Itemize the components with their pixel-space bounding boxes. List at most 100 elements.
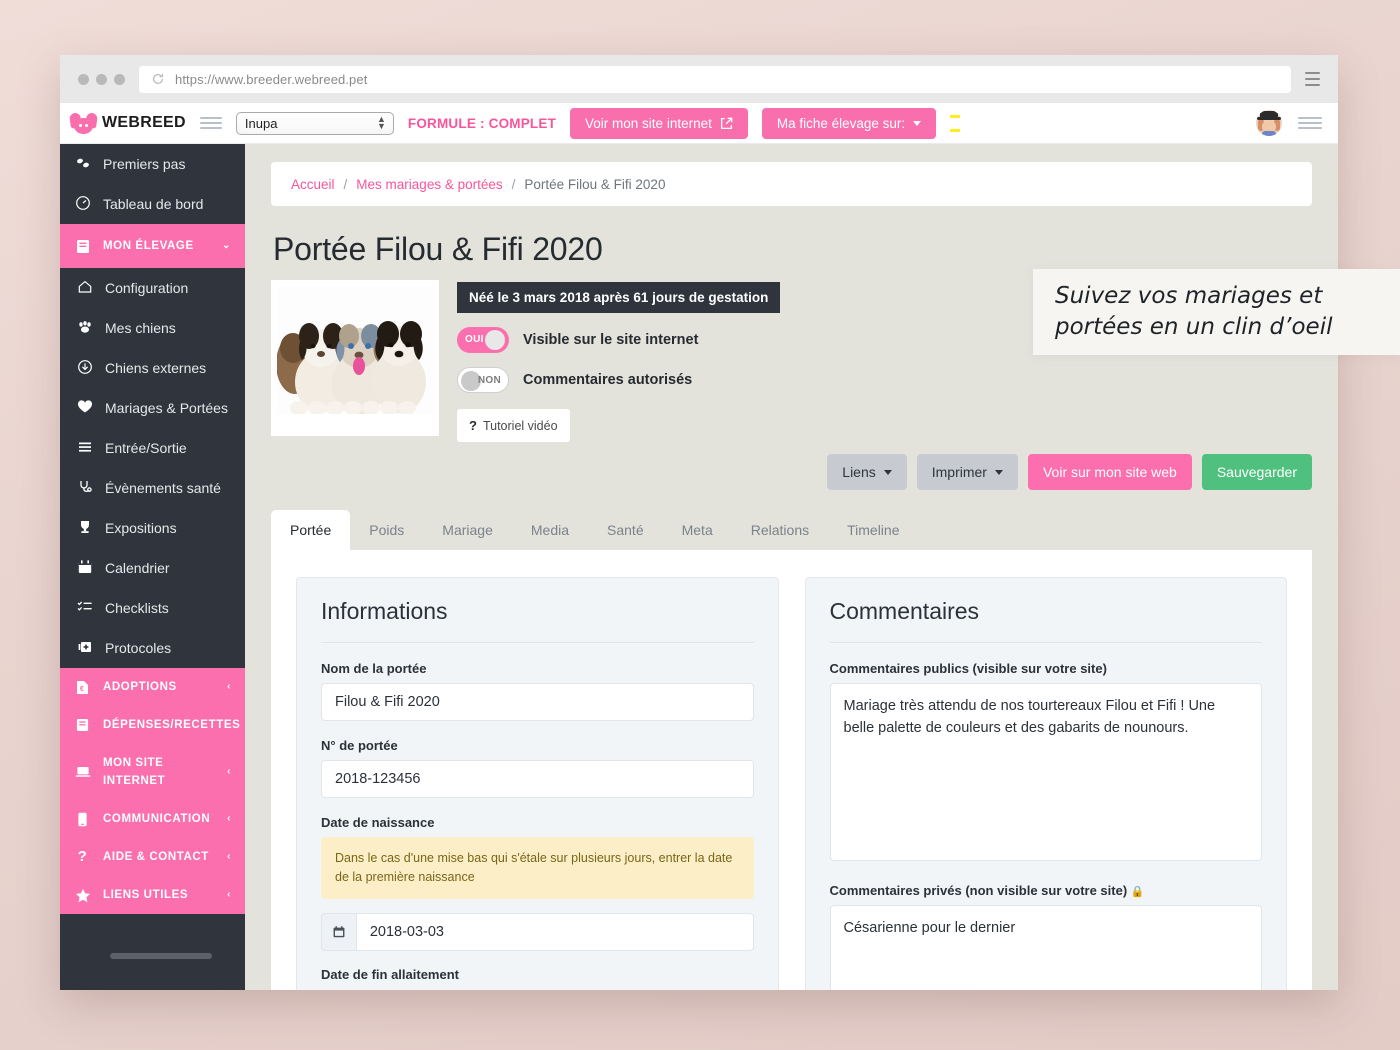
first-aid-kit-icon	[76, 639, 93, 655]
private-comments-text: Commentaires privés (non visible sur vot…	[829, 883, 1128, 898]
sidebar-section-mon-elevage[interactable]: MON ÉLEVAGE ⌄	[60, 224, 245, 268]
laptop-icon	[74, 765, 91, 779]
sidebar-item-premiers-pas[interactable]: Premiers pas	[60, 144, 245, 184]
chevron-down-icon	[883, 469, 892, 475]
sidebar-item-chiens-externes[interactable]: Chiens externes	[60, 348, 245, 388]
sidebar-item-calendrier[interactable]: Calendrier	[60, 548, 245, 588]
sidebar-item-mes-chiens[interactable]: Mes chiens	[60, 308, 245, 348]
tab-mariage[interactable]: Mariage	[423, 510, 512, 550]
save-button[interactable]: Sauvegarder	[1201, 454, 1312, 490]
birth-date-group	[321, 913, 754, 951]
view-on-website-button[interactable]: Voir sur mon site web	[1027, 454, 1192, 490]
farm-select-wrapper[interactable]: Inupa ▲ ▼	[235, 111, 394, 135]
download-circle-icon	[76, 359, 93, 375]
sidebar-item-checklists[interactable]: Checklists	[60, 588, 245, 628]
sidebar-section-communication[interactable]: COMMUNICATION ‹	[60, 800, 245, 838]
callout-banner: Suivez vos mariages et portées en un cli…	[1033, 269, 1400, 355]
litter-photo[interactable]	[271, 280, 439, 436]
breeder-profile-label: Ma fiche élevage sur:	[776, 115, 906, 131]
sidebar-toggle-icon[interactable]	[199, 117, 222, 129]
sidebar-section-label: MON ÉLEVAGE	[103, 240, 194, 252]
sidebar-item-mariages-portees[interactable]: Mariages & Portées	[60, 388, 245, 428]
sidebar-item-evenements-sante[interactable]: Évènements santé	[60, 468, 245, 508]
sidebar-section-aide-contact[interactable]: ? AIDE & CONTACT ‹	[60, 838, 245, 876]
breadcrumb: Accueil / Mes mariages & portées / Porté…	[271, 162, 1312, 206]
comments-allowed-toggle[interactable]: NON	[457, 367, 509, 393]
checklist-icon	[76, 599, 93, 615]
external-link-icon	[720, 117, 733, 129]
window-controls[interactable]	[74, 73, 125, 85]
liens-dropdown-button[interactable]: Liens	[827, 454, 907, 490]
tab-media[interactable]: Media	[512, 510, 588, 550]
video-tutorial-label: Tutoriel vidéo	[482, 418, 558, 433]
calendar-icon[interactable]	[321, 913, 356, 951]
tab-sante[interactable]: Santé	[588, 510, 663, 550]
footsteps-icon	[74, 155, 91, 171]
sidebar-item-label: Calendrier	[105, 560, 170, 576]
birth-date-input[interactable]	[355, 913, 754, 951]
chevron-down-icon	[913, 120, 922, 126]
tab-poids[interactable]: Poids	[350, 510, 423, 550]
sidebar-item-protocoles[interactable]: Protocoles	[60, 628, 245, 668]
imprimer-dropdown-button[interactable]: Imprimer	[916, 454, 1018, 490]
question-mark-icon: ?	[469, 418, 477, 433]
breadcrumb-parent[interactable]: Mes mariages & portées	[356, 177, 502, 192]
sidebar-item-expositions[interactable]: Expositions	[60, 508, 245, 548]
breadcrumb-home[interactable]: Accueil	[291, 177, 335, 192]
tab-timeline[interactable]: Timeline	[828, 510, 918, 550]
application: WEBREED Inupa ▲ ▼ FORMULE : COMPLET Voir …	[60, 103, 1338, 990]
private-comments-label: Commentaires privés (non visible sur vot…	[830, 883, 1263, 898]
sidebar-section-mon-site-internet[interactable]: MON SITE INTERNET ‹	[60, 744, 245, 800]
reload-icon[interactable]	[151, 72, 165, 86]
sidebar-section-liens-utiles[interactable]: LIENS UTILES ‹	[60, 876, 245, 914]
browser-menu-icon[interactable]	[1305, 72, 1324, 86]
sidebar-item-label: Évènements santé	[105, 480, 221, 496]
private-comments-textarea[interactable]: Césarienne pour le dernier	[829, 905, 1262, 990]
visible-on-site-toggle[interactable]: OUI	[457, 327, 509, 353]
sidebar-item-configuration[interactable]: Configuration	[60, 268, 245, 308]
breadcrumb-separator: /	[343, 176, 348, 192]
user-menu-icon[interactable]	[1298, 117, 1322, 129]
weaning-end-date-label: Date de fin allaitement	[321, 967, 459, 982]
home-icon	[76, 279, 93, 295]
breadcrumb-current: Portée Filou & Fifi 2020	[524, 176, 666, 192]
chevron-left-icon: ‹	[227, 681, 231, 692]
tab-meta[interactable]: Meta	[663, 510, 732, 550]
close-window-dot[interactable]	[78, 73, 89, 85]
public-comments-textarea[interactable]: Mariage très attendu de nos tourtereaux …	[829, 683, 1262, 861]
minimize-window-dot[interactable]	[96, 73, 107, 85]
view-website-button[interactable]: Voir mon site internet	[570, 107, 748, 139]
address-bar[interactable]: https://www.breeder.webreed.pet	[139, 65, 1291, 93]
litter-number-input[interactable]	[321, 760, 754, 798]
breeder-profile-dropdown[interactable]: Ma fiche élevage sur:	[761, 107, 937, 139]
chevron-down-icon	[994, 469, 1003, 475]
list-lines-icon	[76, 439, 93, 455]
chevron-left-icon: ‹	[227, 766, 231, 777]
sidebar-section-label: LIENS UTILES	[103, 889, 189, 901]
avatar[interactable]	[1256, 110, 1282, 136]
sidebar-scrollbar[interactable]	[110, 953, 212, 959]
maximize-window-dot[interactable]	[114, 73, 125, 85]
video-tutorial-button[interactable]: ? Tutoriel vidéo	[457, 409, 570, 442]
toggle-state-label: OUI	[465, 334, 484, 345]
sidebar-section-adoptions[interactable]: € ADOPTIONS ‹	[60, 668, 245, 706]
sidebar-section-label: MON SITE INTERNET	[103, 757, 166, 787]
svg-text:€: €	[80, 686, 85, 693]
tab-portee[interactable]: Portée	[271, 510, 351, 550]
brand-logo-group[interactable]: WEBREED	[69, 111, 186, 134]
sidebar-section-depenses-recettes[interactable]: DÉPENSES/RECETTES ‹	[60, 706, 245, 744]
sidebar-item-label: Mariages & Portées	[105, 400, 228, 416]
sidebar-item-entree-sortie[interactable]: Entrée/Sortie	[60, 428, 245, 468]
chevron-left-icon: ‹	[227, 813, 231, 824]
sidebar-item-tableau-de-bord[interactable]: Tableau de bord	[60, 184, 245, 224]
mobile-icon	[74, 812, 91, 827]
url-text: https://www.breeder.webreed.pet	[175, 71, 368, 87]
farm-select[interactable]: Inupa	[235, 111, 394, 135]
informations-panel: Informations Nom de la portée N° de port…	[296, 577, 779, 990]
book-icon	[74, 239, 91, 254]
chevron-left-icon: ‹	[227, 889, 231, 900]
sidebar-section-label: DÉPENSES/RECETTES	[103, 719, 241, 731]
litter-name-input[interactable]	[321, 683, 754, 721]
tab-relations[interactable]: Relations	[732, 510, 828, 550]
liens-label: Liens	[842, 464, 876, 480]
